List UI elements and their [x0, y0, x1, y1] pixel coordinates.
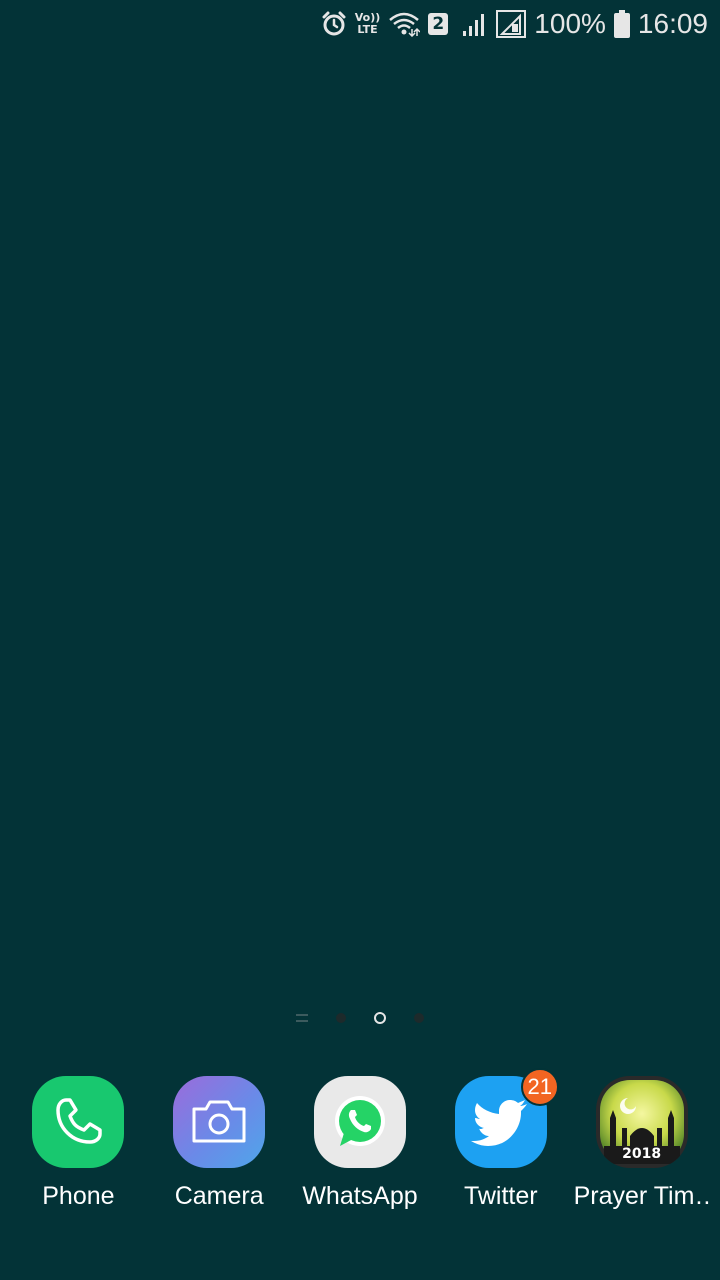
app-label: WhatsApp: [302, 1182, 418, 1210]
notification-badge: 21: [520, 1068, 559, 1106]
page-indicator[interactable]: [0, 1008, 720, 1028]
app-phone[interactable]: Phone: [10, 1076, 146, 1226]
battery-percent: 100%: [534, 8, 606, 39]
alarm-icon: [321, 11, 347, 37]
app-twitter[interactable]: 21 Twitter: [433, 1068, 569, 1226]
mosque-icon[interactable]: 2018: [595, 1076, 688, 1168]
phone-icon[interactable]: [32, 1076, 125, 1168]
volte-bottom-text: LTE: [357, 23, 378, 36]
app-label: Phone: [42, 1182, 115, 1210]
home-pages-menu-icon[interactable]: [296, 1014, 308, 1022]
page-dot-current[interactable]: [374, 1012, 386, 1024]
clock: 16:09: [637, 8, 708, 39]
page-dot[interactable]: [336, 1013, 346, 1023]
wifi-icon: [388, 11, 421, 37]
home-screen: Vo)) LTE 2 100% 16:09 Phone Camera Whats…: [0, 0, 720, 1280]
app-camera[interactable]: Camera: [151, 1076, 287, 1226]
battery-icon: [613, 10, 630, 38]
camera-icon[interactable]: [173, 1076, 266, 1168]
app-prayer-times[interactable]: 2018 Prayer Tim…: [574, 1076, 710, 1226]
signal-icon: [462, 11, 488, 37]
app-dock: Phone Camera WhatsApp 21 Twitter 2018 Pr…: [0, 1068, 720, 1226]
signal-icon-2: [496, 10, 527, 38]
twitter-bird-icon[interactable]: 21: [454, 1068, 559, 1168]
sim2-icon: 2: [428, 13, 449, 35]
whatsapp-icon[interactable]: [313, 1076, 406, 1168]
app-label: Camera: [174, 1182, 264, 1210]
page-dot[interactable]: [414, 1013, 424, 1023]
app-label: Twitter: [463, 1182, 538, 1210]
status-bar[interactable]: Vo)) LTE 2 100% 16:09: [0, 0, 720, 48]
app-whatsapp[interactable]: WhatsApp: [292, 1076, 428, 1226]
app-label: Prayer Tim…: [573, 1182, 710, 1210]
prayer-icon-year: 2018: [622, 1146, 662, 1162]
volte-icon: Vo)) LTE: [355, 12, 381, 36]
